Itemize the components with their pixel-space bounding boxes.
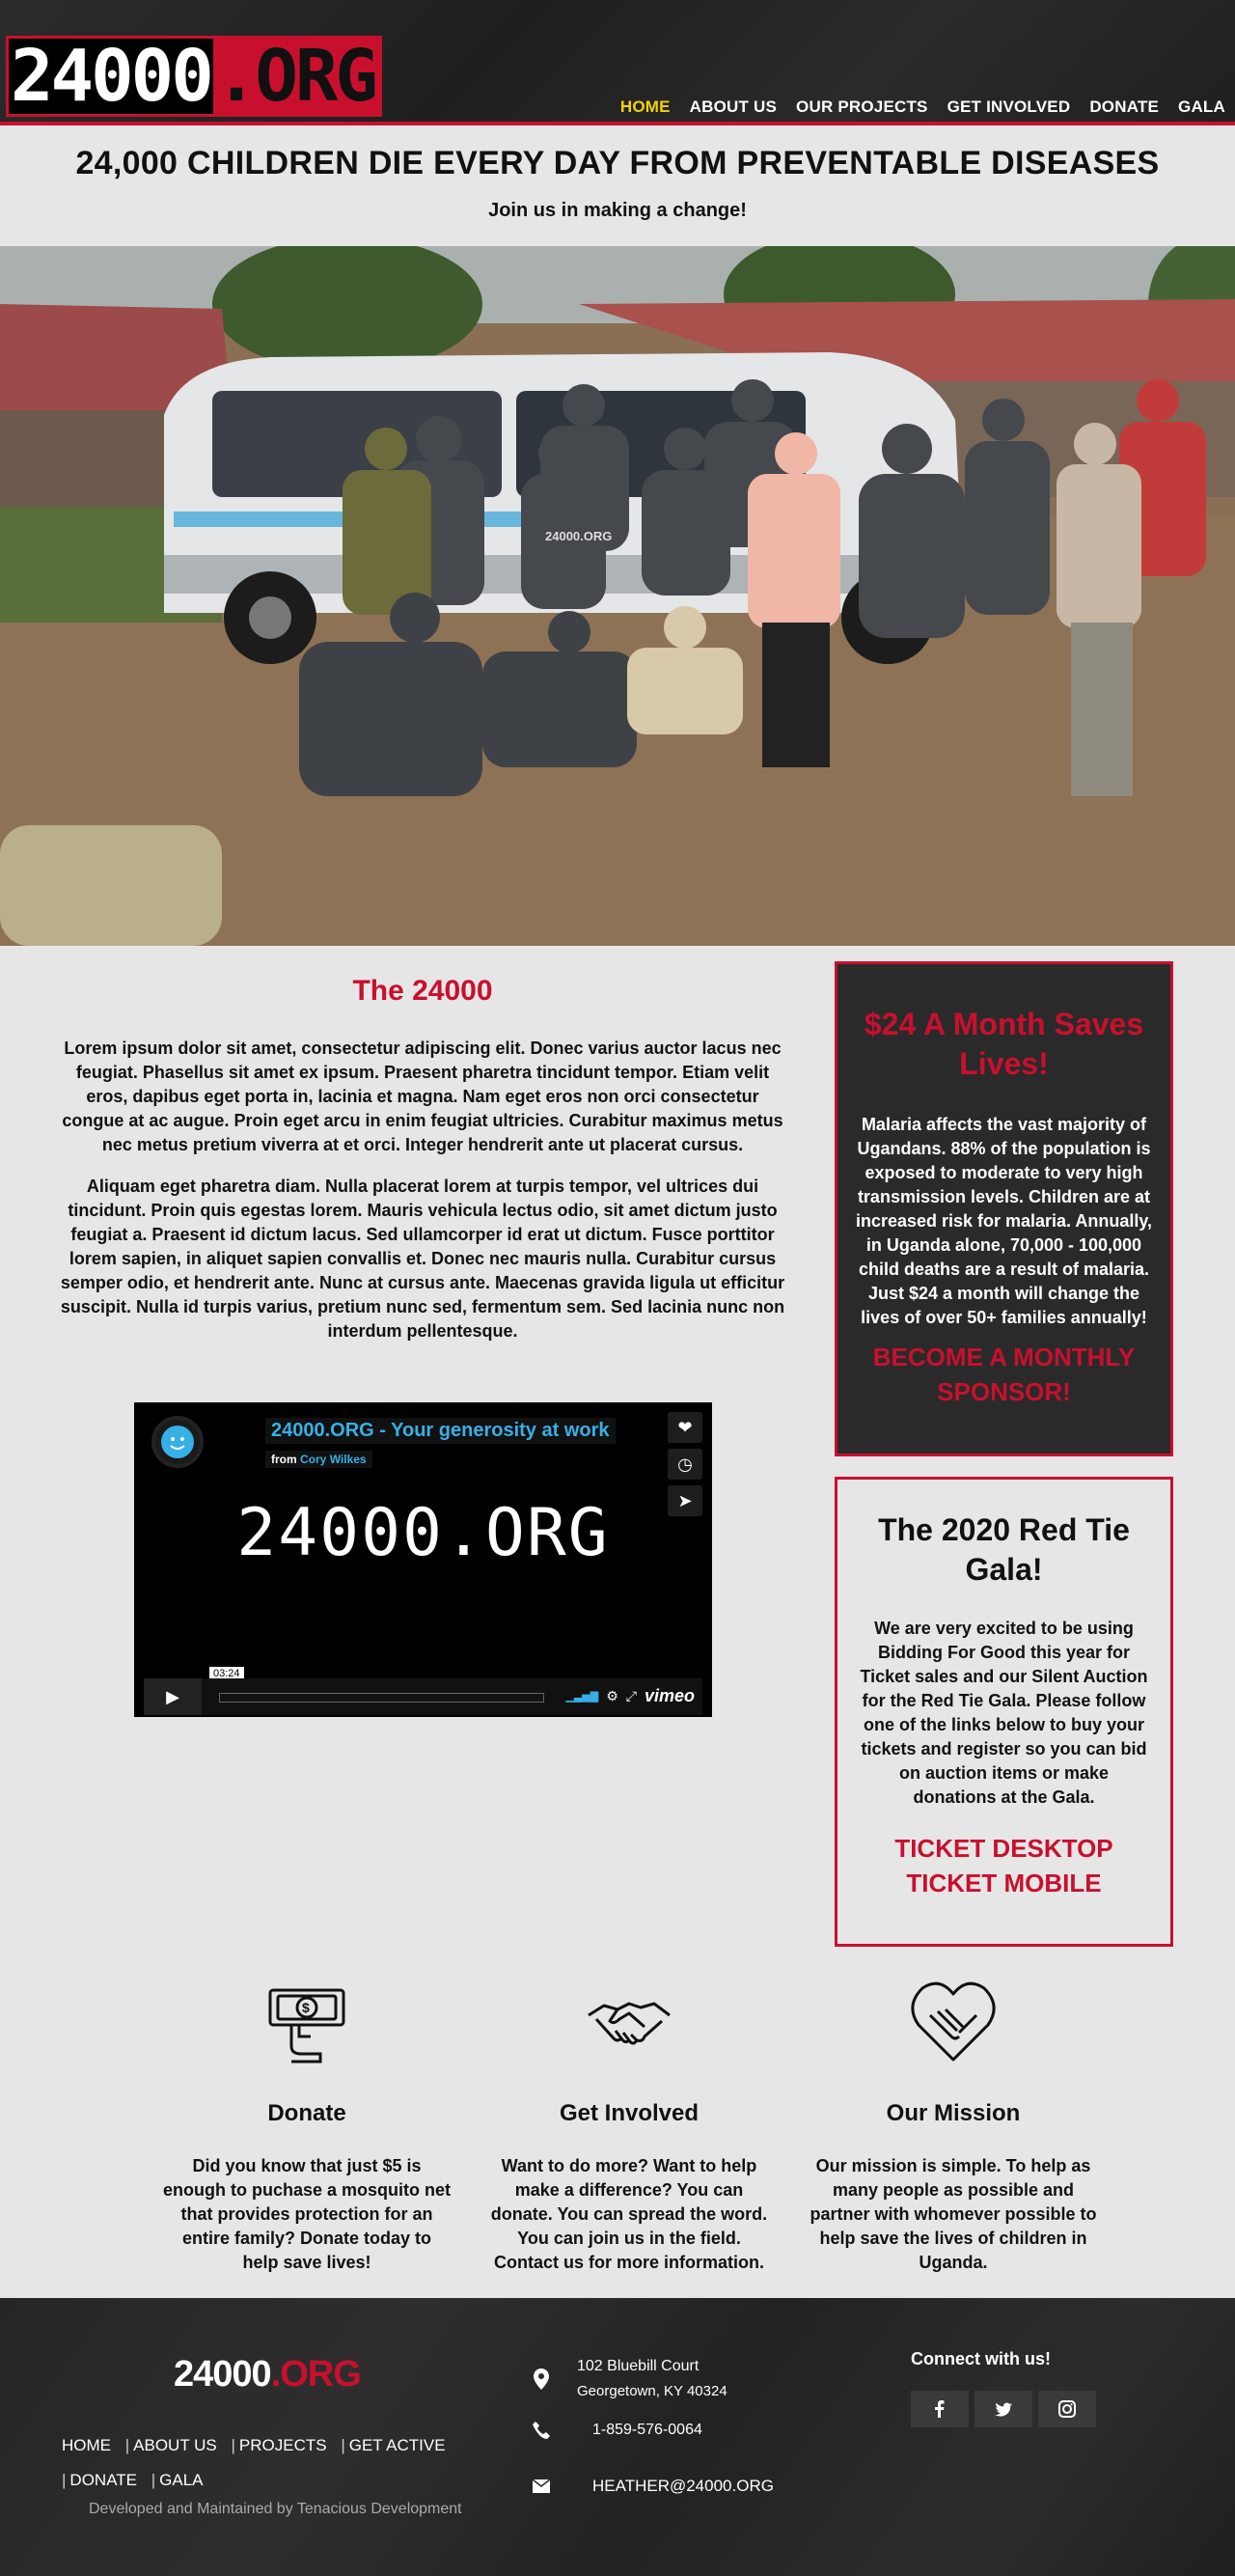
vimeo-logo[interactable]: vimeo: [645, 1686, 695, 1706]
sponsor-title: $24 A Month Saves Lives!: [864, 1007, 1144, 1081]
footer-link-projects[interactable]: PROJECTS: [239, 2436, 327, 2454]
svg-text:$: $: [302, 2000, 310, 2015]
footer-link-separator: |: [341, 2436, 345, 2454]
feature-donate-text: Did you know that just $5 is enough to p…: [163, 2156, 452, 2272]
site-header: 24000 .ORG HOME ABOUT US OUR PROJECTS GE…: [0, 0, 1235, 125]
logo-text-org: .ORG: [212, 39, 379, 114]
developer-credit[interactable]: Developed and Maintained by Tenacious De…: [89, 2501, 462, 2518]
video-title[interactable]: 24000.ORG - Your generosity at work: [265, 1418, 616, 1444]
footer-phone: 1-859-576-0064: [529, 2418, 702, 2443]
phone-number[interactable]: 1-859-576-0064: [592, 2418, 702, 2443]
footer-address: 102 Bluebill Court Georgetown, KY 40324: [529, 2354, 727, 2404]
address-line-2: Georgetown, KY 40324: [577, 2383, 727, 2399]
nav-gala[interactable]: GALA: [1178, 97, 1225, 117]
video-author-avatar[interactable]: [151, 1416, 204, 1468]
avatar-face-icon: [161, 1426, 194, 1458]
settings-gear-icon[interactable]: ⚙: [606, 1688, 618, 1704]
phone-icon: [529, 2418, 554, 2443]
about-section: The 24000 Lorem ipsum dolor sit amet, co…: [58, 975, 787, 1343]
footer-links: HOME | ABOUT US | PROJECTS | GET ACTIVE | DO…: [62, 2428, 486, 2498]
gala-links: TICKET DESKTOP TICKET MOBILE: [837, 1831, 1170, 1900]
hero-title: 24,000 CHILDREN DIE EVERY DAY FROM PREVE…: [75, 145, 1160, 181]
address-text: 102 Bluebill Court Georgetown, KY 40324: [577, 2354, 727, 2404]
about-paragraph-2: Aliquam eget pharetra diam. Nulla placer…: [60, 1177, 785, 1341]
footer-link-separator: |: [124, 2436, 130, 2454]
video-control-icons: ▁▃▅▇ ⚙ ⤢ vimeo: [565, 1686, 695, 1706]
become-sponsor-link[interactable]: BECOME A MONTHLY SPONSOR!: [837, 1340, 1170, 1409]
facebook-icon[interactable]: [911, 2391, 969, 2427]
video-player[interactable]: 24000.ORG - Your generosity at work from…: [134, 1402, 712, 1717]
footer-link-get-active[interactable]: GET ACTIVE: [349, 2436, 446, 2454]
handshake-icon: [476, 1977, 782, 2065]
fullscreen-icon[interactable]: ⤢: [626, 1688, 637, 1704]
connect-heading: Connect with us!: [911, 2349, 1051, 2368]
footer-link-separator: |: [231, 2436, 235, 2454]
footer-link-separator: |: [62, 2471, 67, 2489]
footer-email: HEATHER@24000.ORG: [529, 2474, 774, 2499]
footer-logo-number: 24000: [174, 2354, 272, 2395]
ticket-mobile-link[interactable]: TICKET MOBILE: [837, 1866, 1170, 1900]
volume-icon[interactable]: ▁▃▅▇: [565, 1690, 598, 1703]
hero-subtitle: Join us in making a change!: [488, 200, 747, 221]
nav-donate[interactable]: DONATE: [1089, 97, 1159, 117]
footer-link-gala[interactable]: GALA: [159, 2471, 203, 2489]
team-photo: 24000.ORG: [0, 246, 1235, 946]
main-nav: HOME ABOUT US OUR PROJECTS GET INVOLVED …: [620, 97, 1225, 117]
like-heart-icon[interactable]: ❤: [668, 1412, 702, 1443]
gala-text: We are very excited to be using Bidding …: [860, 1619, 1148, 1807]
footer-link-home[interactable]: HOME: [62, 2436, 111, 2454]
gala-title: The 2020 Red Tie Gala!: [878, 1512, 1130, 1587]
feature-get-involved-text: Want to do more? Want to help make a dif…: [490, 2156, 768, 2272]
instagram-icon[interactable]: [1038, 2391, 1096, 2427]
sponsor-text: Malaria affects the vast majority of Uga…: [855, 1115, 1153, 1327]
social-links: [911, 2391, 1096, 2427]
nav-home[interactable]: HOME: [620, 97, 671, 117]
heart-hands-icon: [800, 1977, 1107, 2065]
shirt-print: 24000.ORG: [545, 529, 612, 543]
feature-our-mission-title: Our Mission: [886, 2100, 1021, 2126]
footer-link-donate[interactable]: DONATE: [69, 2471, 137, 2489]
video-author[interactable]: Cory Wilkes: [300, 1453, 367, 1466]
feature-get-involved-title: Get Involved: [559, 2100, 700, 2126]
twitter-icon[interactable]: [974, 2391, 1032, 2427]
footer-logo[interactable]: 24000.ORG: [174, 2354, 362, 2396]
about-paragraph-1: Lorem ipsum dolor sit amet, consectetur …: [62, 1039, 783, 1154]
email-address[interactable]: HEATHER@24000.ORG: [592, 2474, 774, 2499]
feature-get-involved: Get Involved Want to do more? Want to he…: [476, 1977, 782, 2275]
nav-get-involved[interactable]: GET INVOLVED: [947, 97, 1071, 117]
nav-about-us[interactable]: ABOUT US: [690, 97, 777, 117]
map-pin-icon: [529, 2367, 554, 2392]
footer-link-separator: |: [151, 2471, 156, 2489]
feature-donate-title: Donate: [267, 2100, 346, 2126]
feature-our-mission: Our Mission Our mission is simple. To he…: [800, 1977, 1107, 2275]
address-line-1: 102 Bluebill Court: [577, 2358, 700, 2374]
feature-donate: $ Donate Did you know that just $5 is en…: [153, 1977, 460, 2275]
video-from-label: from: [271, 1453, 297, 1466]
video-header: 24000.ORG - Your generosity at work from…: [144, 1412, 702, 1468]
video-from: from Cory Wilkes: [265, 1451, 372, 1468]
video-progress-bar[interactable]: [219, 1693, 544, 1703]
site-logo[interactable]: 24000 .ORG: [6, 36, 382, 117]
watch-later-clock-icon[interactable]: ◷: [668, 1449, 702, 1480]
logo-text-number: 24000: [11, 35, 214, 118]
donate-hand-money-icon: $: [153, 1977, 460, 2065]
envelope-icon: [529, 2474, 554, 2499]
feature-our-mission-text: Our mission is simple. To help as many p…: [810, 2156, 1097, 2272]
gala-box: The 2020 Red Tie Gala! We are very excit…: [835, 1477, 1173, 1947]
footer-logo-org: .ORG: [270, 2354, 362, 2395]
footer-link-about-us[interactable]: ABOUT US: [133, 2436, 217, 2454]
site-footer: 24000.ORG HOME | ABOUT US | PROJECTS | GET …: [0, 2298, 1235, 2576]
play-icon[interactable]: ▶: [144, 1678, 202, 1715]
ticket-desktop-link[interactable]: TICKET DESKTOP: [837, 1831, 1170, 1866]
nav-our-projects[interactable]: OUR PROJECTS: [796, 97, 928, 117]
sponsor-box: $24 A Month Saves Lives! Malaria affects…: [835, 961, 1173, 1456]
video-frame-text: 24000.ORG: [236, 1495, 610, 1571]
about-title: The 24000: [352, 975, 493, 1007]
video-controls: ▶ ▁▃▅▇ ⚙ ⤢ vimeo: [144, 1678, 702, 1715]
